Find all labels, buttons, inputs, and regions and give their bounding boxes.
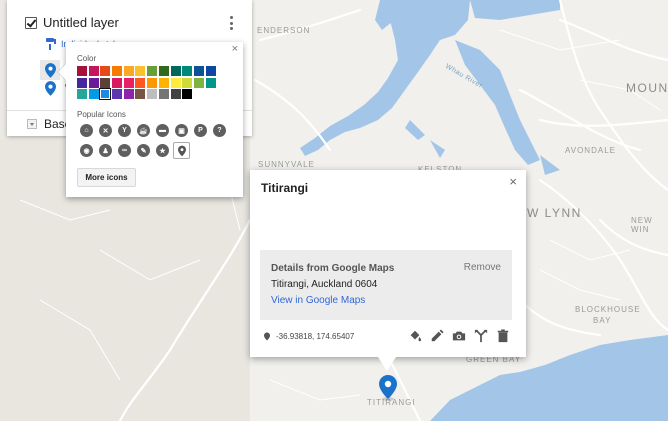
color-swatch[interactable] [123, 89, 134, 100]
color-swatch[interactable] [88, 77, 99, 88]
color-swatch[interactable] [147, 77, 158, 88]
bar-icon[interactable]: Y [118, 124, 131, 137]
map-label-henderson: ENDERSON [257, 26, 311, 35]
color-swatch[interactable] [182, 66, 193, 76]
color-swatch[interactable] [112, 89, 123, 100]
icons-heading: Popular Icons [77, 110, 126, 119]
camera-icon[interactable] [452, 329, 466, 343]
color-swatch[interactable] [135, 77, 146, 88]
map-label-bay: BAY [593, 316, 612, 325]
info-actions [408, 329, 510, 343]
map-label-mount: MOUNT [626, 81, 668, 95]
delete-trash-icon[interactable] [496, 329, 510, 343]
info-close-icon[interactable]: × [509, 174, 517, 189]
map-marker[interactable] [379, 375, 397, 406]
directions-icon[interactable] [474, 329, 488, 343]
picker-close-icon[interactable]: × [232, 43, 238, 55]
layer-options-kebab-icon[interactable] [230, 16, 234, 30]
color-swatch[interactable] [205, 66, 216, 76]
feature-row-selected[interactable] [40, 60, 60, 80]
color-swatch[interactable] [77, 77, 87, 88]
color-swatch[interactable] [205, 77, 216, 88]
color-swatch[interactable] [77, 89, 87, 100]
coordinates: -36.93818, 174.65407 [264, 332, 354, 341]
place-icon[interactable] [173, 142, 190, 159]
color-swatch[interactable] [112, 77, 123, 88]
marker-icon [379, 375, 397, 401]
color-swatch[interactable] [123, 77, 134, 88]
paint-roller-icon [46, 38, 56, 50]
color-swatch[interactable] [135, 66, 146, 76]
color-swatch[interactable] [170, 89, 181, 100]
color-swatch[interactable] [112, 66, 123, 76]
layer-title[interactable]: Untitled layer [43, 15, 119, 30]
popular-icons: ⌂ ✕ Y ☕ ▬ ▣ P ? ◉ ♟ ∞ ✎ ★ [80, 124, 230, 159]
color-heading: Color [77, 54, 97, 63]
coordinates-text: -36.93818, 174.65407 [276, 332, 355, 341]
color-swatch[interactable] [170, 77, 181, 88]
place-title[interactable]: Titirangi [261, 181, 308, 195]
edit-pencil-icon[interactable] [430, 329, 444, 343]
color-swatch[interactable] [158, 77, 169, 88]
style-picker-popup: × Color Popular Icons ⌂ ✕ Y ☕ ▬ ▣ P ? ◉ … [66, 42, 243, 197]
color-swatch[interactable] [100, 66, 111, 76]
color-swatch[interactable] [147, 89, 158, 100]
place-info-window: × Titirangi Details from Google Maps Rem… [250, 170, 526, 371]
restaurant-icon[interactable]: ✕ [99, 124, 112, 137]
shopping-icon[interactable]: ▣ [175, 124, 188, 137]
map-label-avondale: AVONDALE [565, 146, 616, 155]
cafe-icon[interactable]: ☕ [137, 124, 150, 137]
color-swatch[interactable] [135, 89, 146, 100]
house-icon[interactable]: ⌂ [80, 124, 93, 137]
color-swatch[interactable] [158, 66, 169, 76]
color-swatch[interactable] [193, 66, 204, 76]
color-swatch[interactable] [123, 66, 134, 76]
star-icon[interactable]: ★ [156, 144, 169, 157]
color-swatch[interactable] [170, 66, 181, 76]
view-in-google-maps-link[interactable]: View in Google Maps [271, 295, 365, 306]
base-map-expand-icon[interactable] [27, 118, 37, 129]
color-swatch[interactable] [193, 77, 204, 88]
layer-header: Untitled layer [25, 15, 119, 30]
place-address: Titirangi, Auckland 0604 [271, 279, 378, 290]
bicycle-icon[interactable]: ∞ [118, 144, 131, 157]
walking-icon[interactable]: ♟ [99, 144, 112, 157]
map-label-blockhouse: BLOCKHOUSE [575, 305, 641, 314]
info-window-pointer [378, 357, 396, 371]
help-icon[interactable]: ? [213, 124, 226, 137]
hiking-icon[interactable]: ✎ [137, 144, 150, 157]
remove-button[interactable]: Remove [464, 262, 501, 273]
more-icons-button[interactable]: More icons [77, 168, 136, 187]
layer-visibility-checkbox[interactable] [25, 16, 37, 29]
color-swatch[interactable] [182, 77, 193, 88]
color-swatch[interactable] [182, 89, 193, 100]
color-swatch[interactable] [99, 88, 112, 101]
marker-icon [45, 81, 56, 96]
color-swatch[interactable] [147, 66, 158, 76]
location-pin-icon [264, 332, 270, 341]
details-heading: Details from Google Maps [271, 263, 395, 274]
bus-icon[interactable]: ▬ [156, 124, 169, 137]
parking-icon[interactable]: P [194, 124, 207, 137]
camera-icon[interactable]: ◉ [80, 144, 93, 157]
color-swatches [77, 66, 227, 101]
details-box: Details from Google Maps Remove Titirang… [260, 250, 512, 320]
paint-bucket-icon[interactable] [408, 329, 422, 343]
map-label-new-windsor: NEW WIN [631, 216, 653, 234]
color-swatch[interactable] [158, 89, 169, 100]
marker-icon [44, 62, 56, 78]
color-swatch[interactable] [88, 89, 99, 100]
color-swatch[interactable] [100, 77, 111, 88]
map-label-new-lynn: W LYNN [527, 206, 582, 220]
map-label-sunnyvale: SUNNYVALE [258, 160, 315, 169]
color-swatch[interactable] [88, 66, 99, 76]
color-swatch[interactable] [77, 66, 87, 76]
